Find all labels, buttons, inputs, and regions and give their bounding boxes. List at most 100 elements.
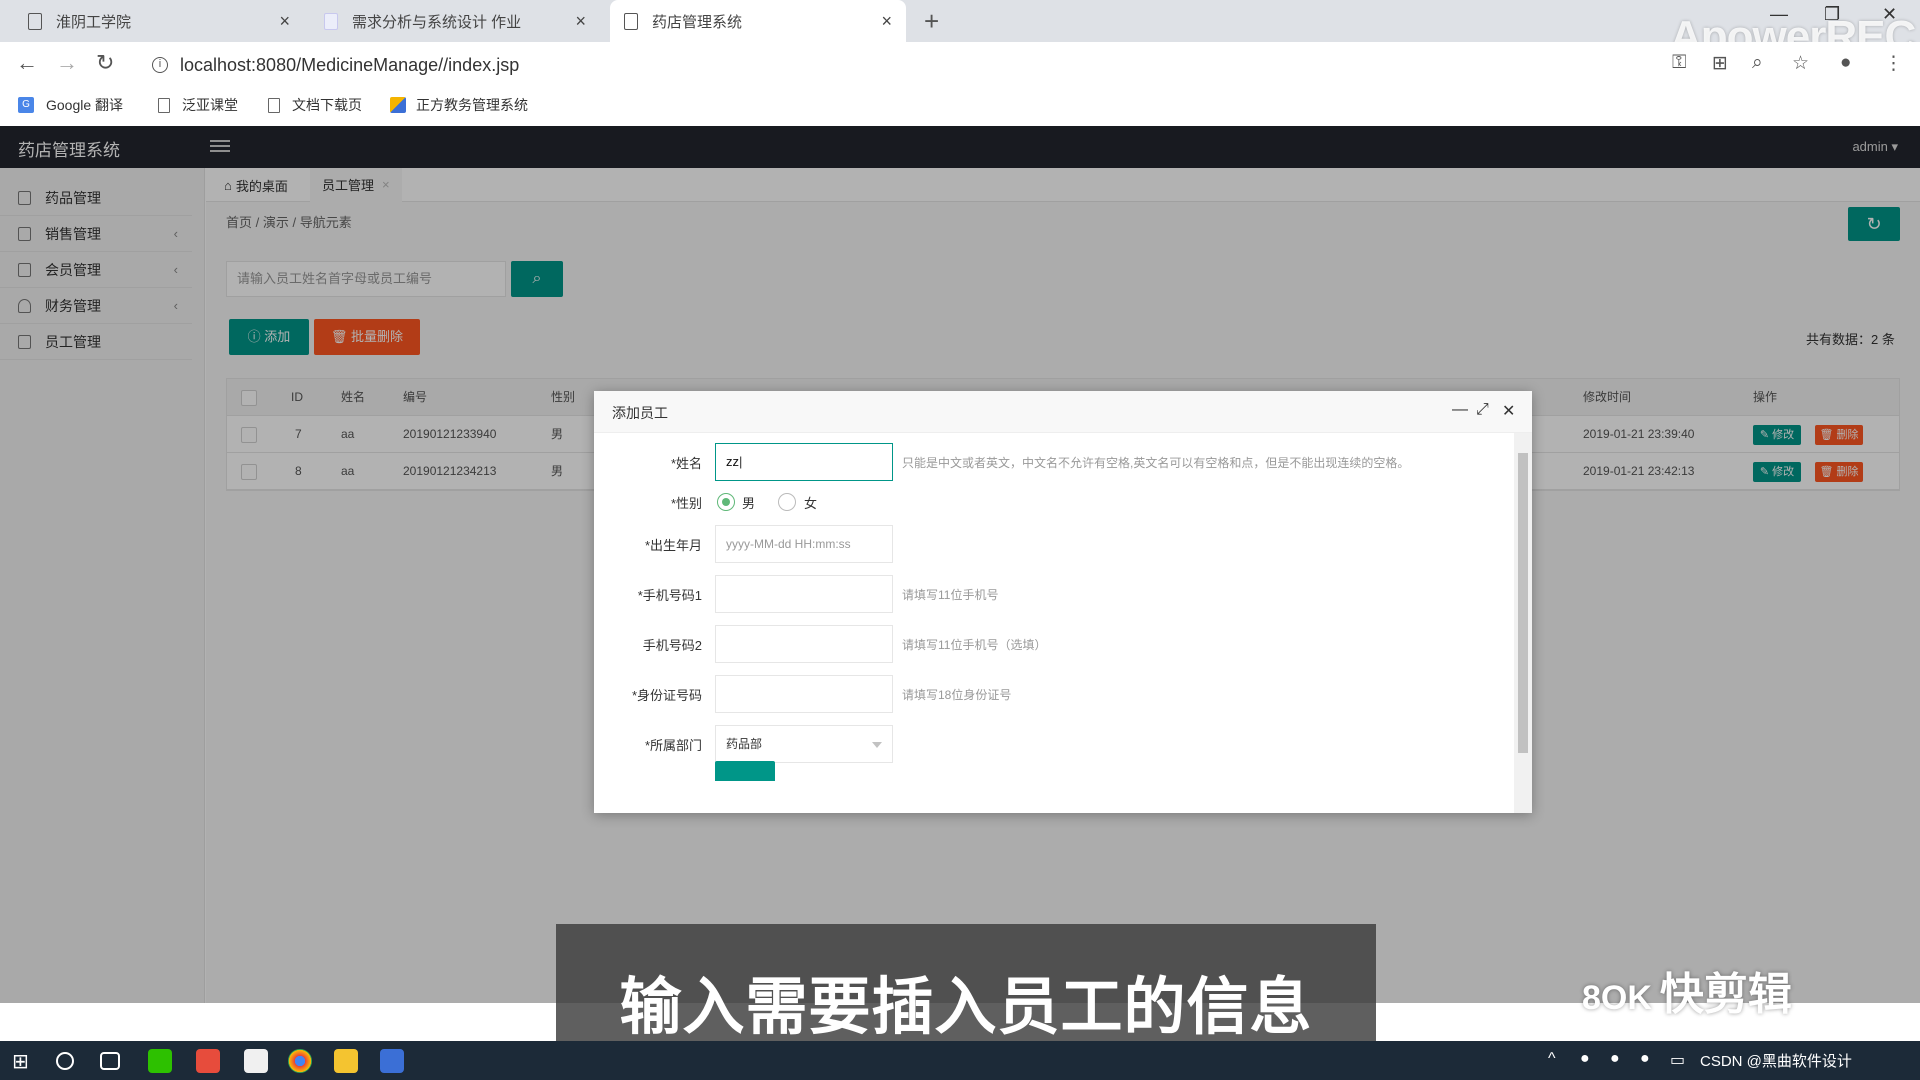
phone2-label: 手机号码2 <box>642 638 702 653</box>
form-row-gender: *性别 男 女 <box>594 483 1514 521</box>
form-row-dept: *所属部门 药品部 <box>594 725 1514 763</box>
task-view-icon[interactable] <box>100 1052 120 1070</box>
bookmark-download[interactable]: 文档下载页 <box>268 95 362 115</box>
browser-tab-2[interactable]: 需求分析与系统设计 作业 × <box>310 0 600 42</box>
birth-date-input[interactable]: yyyy-MM-dd HH:mm:ss <box>715 525 893 563</box>
bookmark-label: Google 翻译 <box>46 97 124 113</box>
form-row-phone2: 手机号码2 请填写11位手机号（选填） <box>594 625 1514 663</box>
wechat-icon[interactable] <box>148 1049 172 1073</box>
info-icon[interactable]: i <box>152 57 168 73</box>
browser-tab-1[interactable]: 淮阴工学院 × <box>14 0 304 42</box>
page-icon <box>624 12 638 30</box>
gender-option-label: 女 <box>804 496 818 511</box>
app-icon[interactable] <box>196 1049 220 1073</box>
bookmark-label: 泛亚课堂 <box>182 97 238 113</box>
new-tab-button[interactable]: + <box>924 6 939 37</box>
phone2-input[interactable] <box>715 625 893 663</box>
idcard-label: *身份证号码 <box>631 688 702 703</box>
dept-label: *所属部门 <box>644 738 702 753</box>
browser-tab-bar: 淮阴工学院 × 需求分析与系统设计 作业 × 药店管理系统 × + — ❐ ✕ … <box>0 0 1920 61</box>
name-value: zz <box>726 454 739 469</box>
more-icon[interactable]: ⋮ <box>1884 52 1903 75</box>
dialog-header: 添加员工 — ⤢ ✕ <box>594 391 1532 433</box>
windows-start-icon[interactable]: ⊞ <box>12 1049 36 1073</box>
zoom-icon[interactable]: ⌕ <box>1752 52 1763 74</box>
name-label: *姓名 <box>670 456 702 471</box>
browser-tab-title: 需求分析与系统设计 作业 <box>352 13 522 31</box>
text-cursor: | <box>739 454 743 469</box>
close-icon[interactable]: × <box>881 11 892 32</box>
page-icon <box>158 97 170 113</box>
phone2-hint: 请填写11位手机号（选填） <box>902 638 1047 652</box>
chevron-down-icon <box>872 742 882 748</box>
tray-app-icon[interactable]: ● <box>1610 1050 1620 1068</box>
key-icon[interactable]: ⚿ <box>1672 52 1686 74</box>
phone1-input[interactable] <box>715 575 893 613</box>
dialog-scrollbar[interactable] <box>1514 433 1532 813</box>
close-icon[interactable]: × <box>575 11 586 32</box>
minimize-icon[interactable]: — <box>1452 401 1468 419</box>
search-icon[interactable] <box>56 1052 74 1070</box>
gender-female-radio[interactable] <box>778 493 796 511</box>
brand-logo-icon: 8OK <box>1582 979 1652 1017</box>
back-icon[interactable]: ← <box>16 50 38 76</box>
chevron-up-icon[interactable]: ^ <box>1548 1050 1556 1068</box>
form-row-name: *姓名 zz| 只能是中文或者英文，中文名不允许有空格,英文名可以有空格和点，但… <box>594 443 1514 481</box>
page-icon <box>268 97 280 113</box>
form-row-idcard: *身份证号码 请填写18位身份证号 <box>594 675 1514 713</box>
gender-male-radio[interactable] <box>717 493 735 511</box>
reload-icon[interactable]: ↻ <box>96 50 114 76</box>
bookmark-jiaowu[interactable]: 正方教务管理系统 <box>390 95 528 115</box>
tray-qq-icon[interactable]: ● <box>1640 1050 1650 1068</box>
gender-label: *性别 <box>670 496 702 511</box>
dialog-title: 添加员工 <box>612 405 668 421</box>
idcard-input[interactable] <box>715 675 893 713</box>
bookmark-label: 正方教务管理系统 <box>416 97 528 113</box>
brand-name: 快剪辑 <box>1659 970 1792 1019</box>
dept-select[interactable]: 药品部 <box>715 725 893 763</box>
google-translate-icon: G <box>18 97 34 113</box>
browser-tab-title: 药店管理系统 <box>652 13 743 31</box>
bookmark-label: 文档下载页 <box>292 97 362 113</box>
tray-wechat-icon[interactable]: ● <box>1580 1050 1590 1068</box>
scrollbar-thumb[interactable] <box>1518 453 1528 753</box>
add-staff-dialog: 添加员工 — ⤢ ✕ *姓名 zz| 只能是中文或者英文，中文名不允许有空格,英… <box>594 391 1532 813</box>
close-icon[interactable]: × <box>279 11 290 32</box>
url-text: localhost:8080/MedicineManage//index.jsp <box>180 54 520 75</box>
video-caption: 输入需要插入员工的信息 <box>619 973 1313 1042</box>
submit-button[interactable] <box>715 761 775 781</box>
browser-tab-3[interactable]: 药店管理系统 × <box>610 0 906 42</box>
maximize-icon[interactable]: ⤢ <box>1476 401 1489 419</box>
name-hint: 只能是中文或者英文，中文名不允许有空格,英文名可以有空格和点，但是不能出现连续的… <box>902 456 1410 470</box>
qq-icon[interactable] <box>244 1049 268 1073</box>
caption-box: 输入需要插入员工的信息 <box>556 924 1376 1042</box>
close-icon[interactable]: ✕ <box>1502 401 1515 421</box>
birth-label: *出生年月 <box>644 538 702 553</box>
bookmark-google-translate[interactable]: G Google 翻译 <box>18 95 123 115</box>
gender-option-label: 男 <box>742 496 756 511</box>
page-icon <box>28 12 42 30</box>
bookmark-fanya[interactable]: 泛亚课堂 <box>158 95 238 115</box>
ide-icon[interactable] <box>380 1049 404 1073</box>
dept-value: 药品部 <box>726 737 763 751</box>
chrome-icon[interactable] <box>288 1049 312 1073</box>
phone1-label: *手机号码1 <box>637 588 702 603</box>
url-field[interactable]: i localhost:8080/MedicineManage//index.j… <box>140 49 1670 81</box>
tray-text: CSDN @黑曲软件设计 <box>1700 1053 1852 1070</box>
network-icon[interactable]: ▭ <box>1670 1050 1685 1070</box>
dialog-body: *姓名 zz| 只能是中文或者英文，中文名不允许有空格,英文名可以有空格和点，但… <box>594 433 1514 813</box>
name-input[interactable]: zz| <box>715 443 893 481</box>
browser-tab-title: 淮阴工学院 <box>56 13 132 31</box>
idcard-hint: 请填写18位身份证号 <box>902 688 1012 702</box>
jiaowu-icon <box>390 97 406 113</box>
forward-icon[interactable]: → <box>56 50 78 76</box>
phone1-hint: 请填写11位手机号 <box>902 588 999 602</box>
form-row-phone1: *手机号码1 请填写11位手机号 <box>594 575 1514 613</box>
translate-icon[interactable]: ⊞ <box>1712 52 1728 75</box>
editor-brand: 8OK 快剪辑 <box>1582 958 1792 1022</box>
app-icon[interactable] <box>334 1049 358 1073</box>
page-icon <box>324 12 338 30</box>
form-row-birth: *出生年月 yyyy-MM-dd HH:mm:ss <box>594 525 1514 563</box>
star-icon[interactable]: ☆ <box>1792 52 1809 75</box>
account-icon[interactable]: ● <box>1840 52 1851 74</box>
